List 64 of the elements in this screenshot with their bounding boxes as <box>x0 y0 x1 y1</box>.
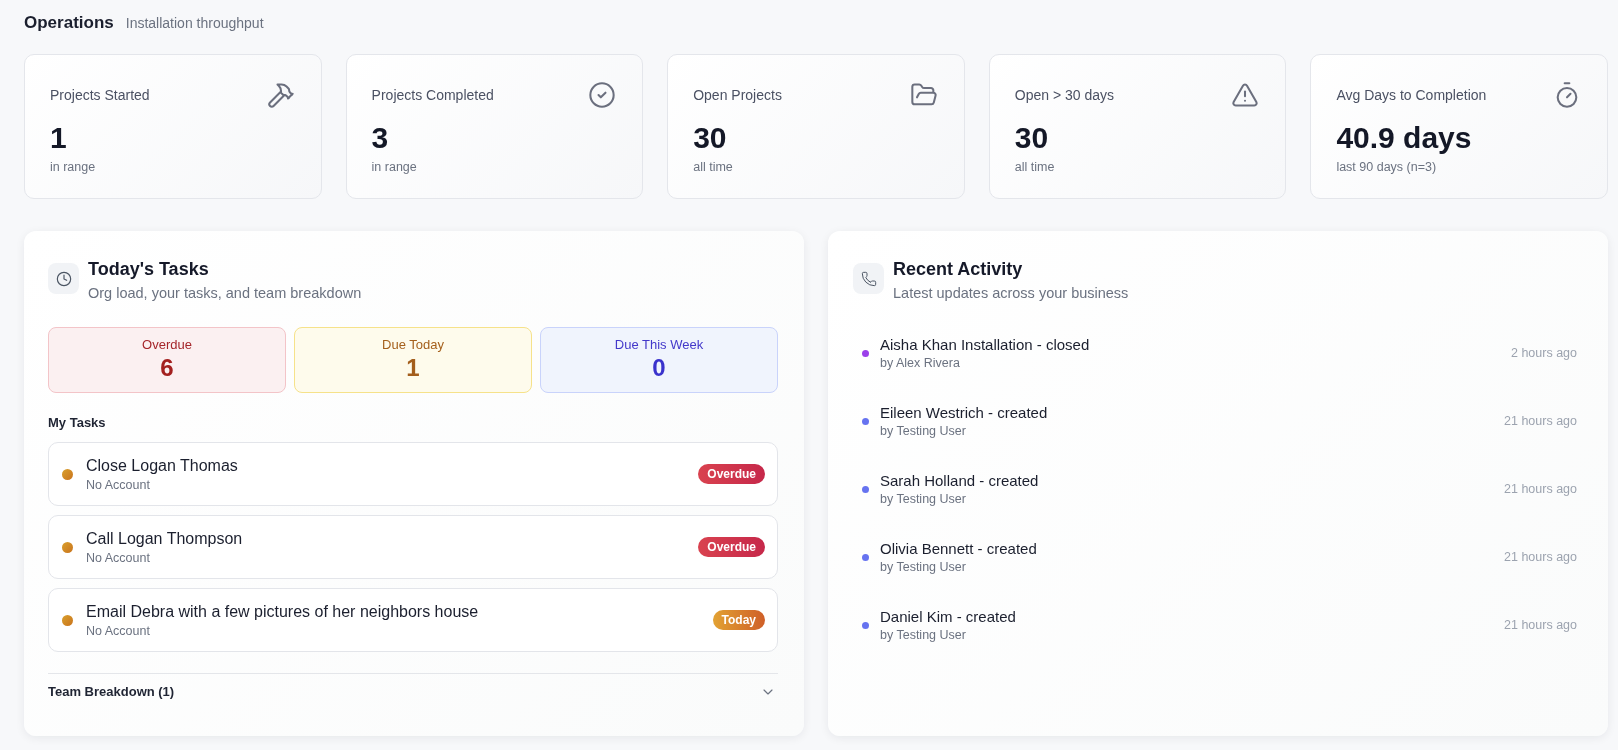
task-card[interactable]: Close Logan Thomas No Account Overdue <box>48 442 778 506</box>
panel-title: Today's Tasks <box>88 258 210 281</box>
stat-note: all time <box>1014 159 1056 175</box>
activity-title: Daniel Kim - created <box>880 607 1017 627</box>
activity-time: 21 hours ago <box>1504 617 1577 633</box>
activity-author: by Testing User <box>880 627 967 643</box>
team-breakdown-toggle[interactable]: Team Breakdown (1) <box>48 674 778 710</box>
stat-label: Open > 30 days <box>1014 86 1115 105</box>
status-dot-icon <box>62 541 73 553</box>
panel-subtitle: Latest updates across your business <box>893 284 1129 303</box>
clock-icon <box>48 263 79 294</box>
hammer-icon <box>266 81 295 109</box>
activity-title: Olivia Bennett - created <box>880 539 1038 559</box>
task-title: Close Logan Thomas <box>86 456 239 476</box>
activity-time: 21 hours ago <box>1504 481 1577 497</box>
summary-label: Due This Week <box>613 336 705 354</box>
activity-title: Sarah Holland - created <box>880 471 1040 491</box>
stat-note: last 90 days (n=3) <box>1336 159 1438 175</box>
stat-value: 30 <box>1014 120 1050 156</box>
stat-value: 30 <box>693 120 728 156</box>
activity-author: by Testing User <box>880 559 967 575</box>
activity-title: Aisha Khan Installation - closed <box>880 335 1091 355</box>
page-title: Operations <box>24 12 114 34</box>
stat-note: all time <box>693 159 734 175</box>
stat-value: 40.9 days <box>1336 120 1473 156</box>
stat-label: Projects Completed <box>371 86 494 105</box>
status-badge: Overdue <box>698 537 765 557</box>
task-title: Call Logan Thompson <box>86 529 244 549</box>
status-badge: Today <box>712 610 765 630</box>
phone-icon <box>853 263 884 294</box>
page-subtitle: Installation throughput <box>125 14 264 33</box>
stat-note: in range <box>50 159 97 175</box>
summary-label: Overdue <box>141 336 193 354</box>
activity-time: 21 hours ago <box>1504 413 1577 429</box>
check-circle-icon <box>588 81 617 109</box>
activity-author: by Testing User <box>880 491 967 507</box>
stat-note: in range <box>371 159 418 175</box>
stat-value: 3 <box>371 120 390 156</box>
task-card[interactable]: Email Debra with a few pictures of her neighbors house No Account Today <box>48 588 778 652</box>
summary-count: 1 <box>405 354 421 382</box>
task-account: No Account <box>86 477 151 493</box>
activity-author: by Testing User <box>880 423 967 439</box>
task-card[interactable]: Call Logan Thompson No Account Overdue <box>48 515 778 579</box>
summary-count: 0 <box>651 354 667 382</box>
warning-icon <box>1231 81 1260 109</box>
section-heading: My Tasks <box>48 414 107 432</box>
activity-time: 2 hours ago <box>1510 345 1577 361</box>
stat-label: Open Projects <box>693 86 782 105</box>
summary-label: Due Today <box>381 336 445 354</box>
panel-subtitle: Org load, your tasks, and team breakdown <box>88 284 362 303</box>
status-dot-icon <box>62 614 73 626</box>
stat-label: Projects Started <box>50 86 150 105</box>
task-account: No Account <box>86 550 151 566</box>
activity-author: by Alex Rivera <box>880 355 961 371</box>
activity-time: 21 hours ago <box>1504 549 1577 565</box>
status-dot-icon <box>62 468 73 480</box>
status-badge: Overdue <box>698 464 765 484</box>
panel-title: Recent Activity <box>893 258 1024 281</box>
stat-value: 1 <box>50 120 68 156</box>
activity-title: Eileen Westrich - created <box>880 403 1049 423</box>
task-account: No Account <box>86 623 151 639</box>
stat-label: Avg Days to Completion <box>1336 86 1487 105</box>
task-title: Email Debra with a few pictures of her neighbors house <box>86 602 480 622</box>
summary-count: 6 <box>159 354 175 382</box>
